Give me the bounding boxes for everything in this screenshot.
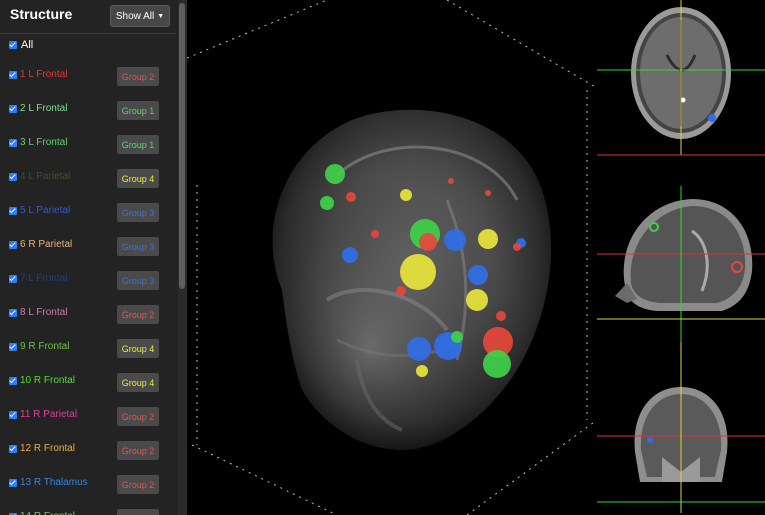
structure-label: 5 L Parietal [20,205,71,216]
coronal-mri-image [597,342,765,513]
lesion-marker [346,192,356,202]
3d-brain-render [187,0,597,515]
structure-list-scrollbar[interactable] [178,0,187,515]
structure-checkbox[interactable] [9,105,17,113]
group-button[interactable]: Group 4 [117,339,159,358]
group-button[interactable]: Group 2 [117,441,159,460]
lesion-marker [513,243,521,251]
all-label: All [21,39,34,51]
3d-render-viewport[interactable] [187,0,597,515]
structure-row[interactable]: 9 R Frontal Group 4 [9,339,169,362]
axial-mri-image [597,0,765,171]
lesion-marker [451,331,463,343]
coronal-slice-view[interactable] [597,342,765,513]
structure-row[interactable]: 12 R Frontal Group 2 [9,441,169,464]
structure-label: 14 R Frontal [20,511,75,515]
structure-row[interactable]: 5 L Parietal Group 3 [9,203,169,226]
all-structures-row[interactable]: All [9,39,33,51]
structure-label: 7 L Frontal [20,273,68,284]
structure-row[interactable]: 2 L Frontal Group 1 [9,101,169,124]
slice-views-panel [597,0,765,515]
structure-label: 1 L Frontal [20,69,68,80]
lesion-marker [496,311,506,321]
lesion-marker [419,233,437,251]
structure-checkbox[interactable] [9,479,17,487]
structure-panel-header: Structure Show All ▼ [0,0,176,34]
lesion-marker [466,289,488,311]
group-button[interactable]: Group 1 [117,101,159,120]
structure-label: 4 L Parietal [20,171,71,182]
structure-label: 13 R Thalamus [20,477,88,488]
group-button[interactable]: Group 1 [117,509,159,515]
structure-row[interactable]: 11 R Parietal Group 2 [9,407,169,430]
group-button[interactable]: Group 2 [117,305,159,324]
panel-title: Structure [10,6,73,22]
structure-row[interactable]: 4 L Parietal Group 4 [9,169,169,192]
structure-checkbox[interactable] [9,343,17,351]
structure-label: 12 R Frontal [20,443,76,454]
show-all-dropdown-button[interactable]: Show All ▼ [110,5,170,27]
lesion-marker [400,189,412,201]
structure-checkbox[interactable] [9,445,17,453]
sagittal-slice-view[interactable] [597,171,765,342]
structure-label: 6 R Parietal [20,239,73,250]
axial-slice-view[interactable] [597,0,765,171]
structure-label: 2 L Frontal [20,103,68,114]
structure-checkbox[interactable] [9,207,17,215]
group-button[interactable]: Group 3 [117,203,159,222]
structure-label: 8 L Frontal [20,307,68,318]
lesion-marker [325,164,345,184]
caret-down-icon: ▼ [157,12,165,20]
structure-checkbox[interactable] [9,309,17,317]
structure-checkbox[interactable] [9,173,17,181]
group-button[interactable]: Group 4 [117,169,159,188]
structure-panel: Structure Show All ▼ All 1 L Frontal Grou… [0,0,187,515]
group-button[interactable]: Group 2 [117,67,159,86]
structure-checkbox[interactable] [9,241,17,249]
group-button[interactable]: Group 1 [117,135,159,154]
lesion-marker [485,190,491,196]
lesion-marker [448,178,454,184]
structure-row[interactable]: 8 L Frontal Group 2 [9,305,169,328]
group-button[interactable]: Group 2 [117,475,159,494]
show-all-label: Show All [115,10,155,22]
structure-checkbox[interactable] [9,139,17,147]
lesion-marker [444,229,466,251]
structure-row[interactable]: 10 R Frontal Group 4 [9,373,169,396]
structure-checkbox[interactable] [9,377,17,385]
structure-checkbox[interactable] [9,411,17,419]
group-button[interactable]: Group 3 [117,271,159,290]
structure-label: 10 R Frontal [20,375,76,386]
lesion-marker [396,286,406,296]
scrollbar-thumb[interactable] [179,3,185,289]
sagittal-mri-image [597,171,765,342]
lesion-marker [468,265,488,285]
structure-row[interactable]: 1 L Frontal Group 2 [9,67,169,90]
structure-row[interactable]: 6 R Parietal Group 3 [9,237,169,260]
lesion-marker [320,196,334,210]
lesion-marker [416,365,428,377]
lesion-marker [400,254,436,290]
structure-row[interactable]: 7 L Frontal Group 3 [9,271,169,294]
lesion-marker [371,230,379,238]
structure-row[interactable]: 13 R Thalamus Group 2 [9,475,169,498]
all-checkbox[interactable] [9,41,17,49]
group-button[interactable]: Group 2 [117,407,159,426]
structure-label: 3 L Frontal [20,137,68,148]
structure-label: 11 R Parietal [20,409,78,420]
lesion-marker [483,350,511,378]
group-button[interactable]: Group 3 [117,237,159,256]
lesion-marker [407,337,431,361]
structure-checkbox[interactable] [9,71,17,79]
lesion-marker [478,229,498,249]
structure-label: 9 R Frontal [20,341,70,352]
structure-row[interactable]: 3 L Frontal Group 1 [9,135,169,158]
lesion-marker [342,247,358,263]
group-button[interactable]: Group 4 [117,373,159,392]
structure-checkbox[interactable] [9,275,17,283]
